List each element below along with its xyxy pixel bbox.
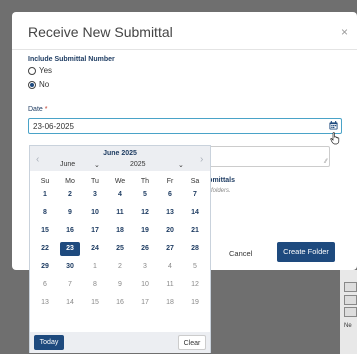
calendar-day[interactable]: 3 (85, 188, 105, 202)
calendar-day-other-month[interactable]: 19 (185, 296, 205, 310)
calendar-day-other-month[interactable]: 11 (160, 278, 180, 292)
calendar-day[interactable]: 16 (60, 224, 80, 238)
today-button[interactable]: Today (34, 335, 64, 350)
calendar-day[interactable]: 25 (110, 242, 130, 256)
calendar-day-other-month[interactable]: 5 (185, 260, 205, 274)
calendar-day-other-month[interactable]: 10 (135, 278, 155, 292)
weekday-label: Su (40, 178, 50, 185)
calendar-day-other-month[interactable]: 2 (110, 260, 130, 274)
clear-button[interactable]: Clear (178, 335, 206, 350)
weekday-label: Mo (65, 178, 75, 185)
calendar-day[interactable]: 19 (135, 224, 155, 238)
cancel-button[interactable]: Cancel (229, 245, 253, 263)
calendar-day[interactable]: 12 (135, 206, 155, 220)
calendar-day[interactable]: 22 (35, 242, 55, 256)
calendar-day[interactable]: 10 (85, 206, 105, 220)
month-select[interactable]: June ⌄ (60, 161, 100, 170)
calendar-day-other-month[interactable]: 1 (85, 260, 105, 274)
radio-no-label: No (39, 80, 50, 89)
calendar-day[interactable]: 26 (135, 242, 155, 256)
calendar-day-other-month[interactable]: 15 (85, 296, 105, 310)
chevron-down-icon: ⌄ (94, 162, 100, 169)
date-picker-footer: Today Clear (30, 332, 210, 353)
weekday-label: Th (140, 178, 150, 185)
radio-no-control[interactable] (28, 80, 36, 89)
calendar-day[interactable]: 11 (110, 206, 130, 220)
calendar-icon[interactable] (329, 121, 338, 130)
resize-handle-icon[interactable]: ⁄⁄ (325, 159, 327, 165)
weekday-label: Sa (190, 178, 200, 185)
include-number-label: Include Submittal Number (28, 56, 115, 63)
weekday-label: Tu (91, 178, 99, 185)
calendar-day[interactable]: 13 (160, 206, 180, 220)
calendar-day[interactable]: 20 (160, 224, 180, 238)
date-input[interactable]: 23-06-2025 (28, 118, 342, 134)
calendar-day[interactable]: 18 (110, 224, 130, 238)
background-cell (344, 307, 357, 317)
year-select-value: 2025 (130, 161, 146, 168)
calendar-day[interactable]: 8 (35, 206, 55, 220)
background-cell (344, 282, 357, 292)
date-label: Date * (28, 106, 47, 113)
date-label-text: Date (28, 106, 43, 113)
calendar-day-other-month[interactable]: 9 (110, 278, 130, 292)
radio-yes-control[interactable] (28, 66, 36, 75)
calendar-day[interactable]: 14 (185, 206, 205, 220)
calendar-day[interactable]: 7 (185, 188, 205, 202)
calendar-day-other-month[interactable]: 4 (160, 260, 180, 274)
calendar-day[interactable]: 28 (185, 242, 205, 256)
calendar-day-other-month[interactable]: 3 (135, 260, 155, 274)
calendar-day-other-month[interactable]: 12 (185, 278, 205, 292)
radio-no[interactable]: No (28, 80, 49, 89)
calendar-day-other-month[interactable]: 7 (60, 278, 80, 292)
calendar-day[interactable]: 30 (60, 260, 80, 274)
calendar-day-other-month[interactable]: 6 (35, 278, 55, 292)
calendar-day-other-month[interactable]: 8 (85, 278, 105, 292)
date-picker-header: ‹ June 2025 June ⌄ 2025 ⌄ › (30, 146, 210, 171)
background-cell (344, 295, 357, 305)
radio-yes-label: Yes (39, 66, 53, 75)
calendar-day[interactable]: 1 (35, 188, 55, 202)
weekday-label: Fr (166, 178, 174, 185)
calendar-day[interactable]: 24 (85, 242, 105, 256)
calendar-day[interactable]: 15 (35, 224, 55, 238)
calendar-day-other-month[interactable]: 14 (60, 296, 80, 310)
mouse-cursor-icon (330, 132, 340, 145)
next-month-icon[interactable]: › (200, 154, 203, 165)
calendar-day[interactable]: 5 (135, 188, 155, 202)
calendar-day[interactable]: 21 (185, 224, 205, 238)
dialog-title: Receive New Submittal (28, 24, 173, 40)
calendar-day-other-month[interactable]: 18 (160, 296, 180, 310)
calendar-day-other-month[interactable]: 13 (35, 296, 55, 310)
required-marker: * (44, 106, 48, 113)
close-icon[interactable]: × (341, 25, 348, 39)
month-select-value: June (60, 161, 76, 168)
calendar-day[interactable]: 9 (60, 206, 80, 220)
chevron-down-icon: ⌄ (178, 162, 184, 169)
calendar-day[interactable]: 6 (160, 188, 180, 202)
calendar-day[interactable]: 2 (60, 188, 80, 202)
calendar-day[interactable]: 4 (110, 188, 130, 202)
calendar-day-other-month[interactable]: 16 (110, 296, 130, 310)
header-divider (12, 49, 357, 50)
date-picker: ‹ June 2025 June ⌄ 2025 ⌄ › Su Mo Tu We Th Fr… (29, 145, 211, 353)
background-text: Ne (344, 323, 352, 329)
create-folder-button[interactable]: Create Folder (277, 242, 335, 262)
calendar-day[interactable]: 23 (60, 242, 80, 256)
weekday-label: We (114, 178, 126, 185)
notes-textarea[interactable]: ⁄⁄ (196, 146, 330, 167)
calendar-day[interactable]: 29 (35, 260, 55, 274)
calendar-day[interactable]: 27 (160, 242, 180, 256)
year-select[interactable]: 2025 ⌄ (130, 161, 188, 170)
radio-yes[interactable]: Yes (28, 66, 52, 75)
calendar-day[interactable]: 17 (85, 224, 105, 238)
calendar-day-other-month[interactable]: 17 (135, 296, 155, 310)
month-year-title: June 2025 (103, 150, 137, 157)
